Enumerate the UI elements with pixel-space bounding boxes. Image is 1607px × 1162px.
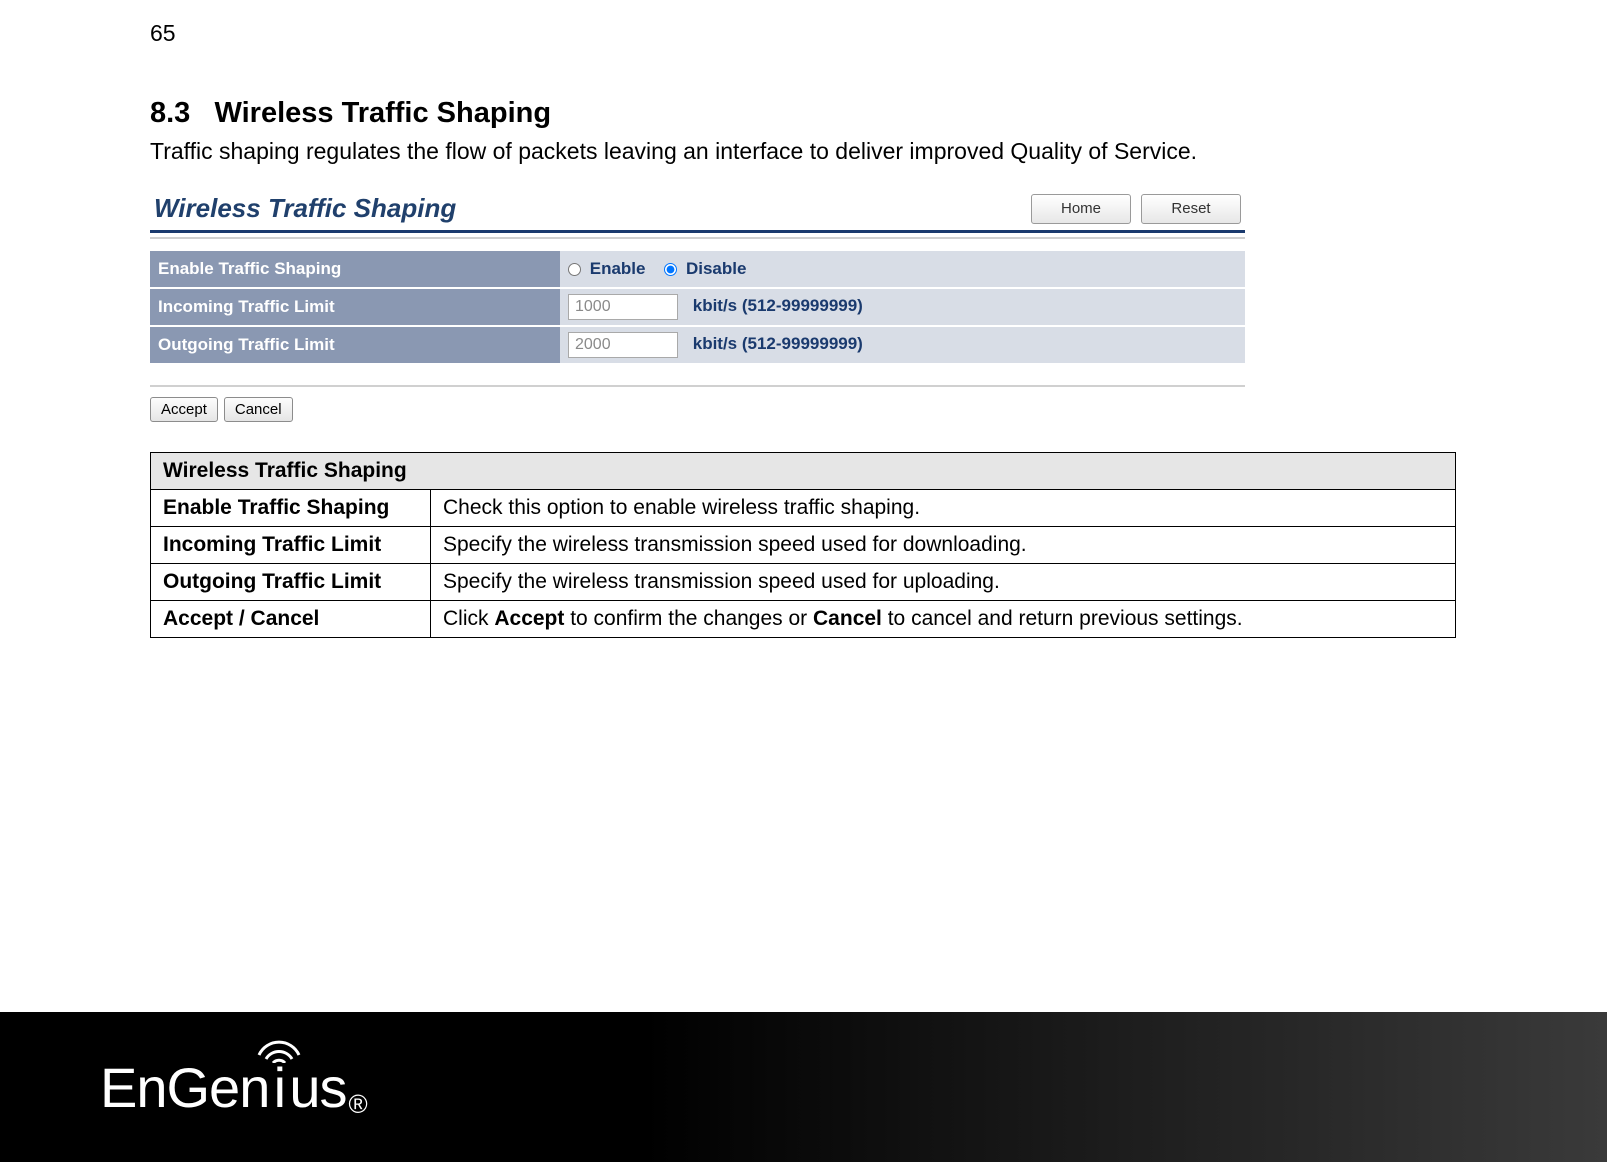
enable-radio-disable-label[interactable]: Disable (664, 259, 746, 278)
logo-registered-icon: ® (349, 1089, 367, 1120)
table-row: Enable Traffic Shaping Check this option… (151, 490, 1456, 527)
outgoing-unit: kbit/s (512-99999999) (693, 334, 863, 353)
reset-button[interactable]: Reset (1141, 194, 1241, 224)
engenius-logo: EnGen i us® (100, 1055, 367, 1120)
desc-row-2-value: Specify the wireless transmission speed … (431, 564, 1456, 601)
home-button[interactable]: Home (1031, 194, 1131, 224)
enable-radio-group: Enable Disable (568, 259, 760, 278)
logo-part1: EnGen (100, 1055, 269, 1120)
desc-table-header: Wireless Traffic Shaping (151, 453, 1456, 490)
outgoing-label: Outgoing Traffic Limit (150, 326, 560, 364)
section-title: Wireless Traffic Shaping (215, 97, 552, 129)
panel-header: Wireless Traffic Shaping Home Reset (150, 187, 1245, 233)
enable-option-off-text: Disable (686, 259, 746, 278)
desc-row-2-label: Outgoing Traffic Limit (151, 564, 431, 601)
desc-row-3-label: Accept / Cancel (151, 601, 431, 638)
panel-nav-buttons: Home Reset (1031, 194, 1241, 224)
page-number: 65 (150, 20, 1457, 47)
incoming-unit: kbit/s (512-99999999) (693, 296, 863, 315)
divider (150, 237, 1245, 239)
description-table: Wireless Traffic Shaping Enable Traffic … (150, 452, 1456, 638)
enable-radio-enable-label[interactable]: Enable (568, 259, 650, 278)
desc-row-1-value: Specify the wireless transmission speed … (431, 527, 1456, 564)
footer: EnGen i us® (0, 1012, 1607, 1162)
logo-part2: us (289, 1055, 346, 1120)
section-heading: 8.3 Wireless Traffic Shaping (150, 97, 1457, 130)
table-row: Incoming Traffic Limit Specify the wirel… (151, 527, 1456, 564)
desc-row-3-value-span: Click Accept to confirm the changes or C… (443, 607, 1243, 630)
table-header-row: Wireless Traffic Shaping (151, 453, 1456, 490)
panel-title: Wireless Traffic Shaping (154, 193, 456, 224)
row-enable-traffic-shaping: Enable Traffic Shaping Enable Disable (150, 251, 1245, 288)
logo-i-wrap: i (269, 1055, 289, 1120)
outgoing-input[interactable] (568, 332, 678, 358)
table-row: Outgoing Traffic Limit Specify the wirel… (151, 564, 1456, 601)
desc-row-1-label: Incoming Traffic Limit (151, 527, 431, 564)
section-intro: Traffic shaping regulates the flow of pa… (150, 138, 1457, 165)
incoming-label: Incoming Traffic Limit (150, 288, 560, 326)
settings-table: Enable Traffic Shaping Enable Disable (150, 251, 1245, 365)
divider (150, 385, 1245, 387)
desc-row-3-value: Click Accept to confirm the changes or C… (431, 601, 1456, 638)
enable-radio-enable[interactable] (568, 263, 581, 276)
cancel-button[interactable]: Cancel (224, 397, 293, 422)
enable-label: Enable Traffic Shaping (150, 251, 560, 288)
desc-row-0-label: Enable Traffic Shaping (151, 490, 431, 527)
table-row: Accept / Cancel Click Accept to confirm … (151, 601, 1456, 638)
desc-row-0-value: Check this option to enable wireless tra… (431, 490, 1456, 527)
wifi-icon (254, 1025, 304, 1063)
enable-radio-disable[interactable] (664, 263, 677, 276)
settings-panel: Wireless Traffic Shaping Home Reset Enab… (150, 187, 1245, 422)
enable-option-on-text: Enable (590, 259, 646, 278)
section-number: 8.3 (150, 97, 190, 129)
accept-button[interactable]: Accept (150, 397, 218, 422)
action-buttons: Accept Cancel (150, 397, 1245, 422)
row-incoming-limit: Incoming Traffic Limit kbit/s (512-99999… (150, 288, 1245, 326)
row-outgoing-limit: Outgoing Traffic Limit kbit/s (512-99999… (150, 326, 1245, 364)
incoming-input[interactable] (568, 294, 678, 320)
logo-i: i (274, 1056, 285, 1119)
